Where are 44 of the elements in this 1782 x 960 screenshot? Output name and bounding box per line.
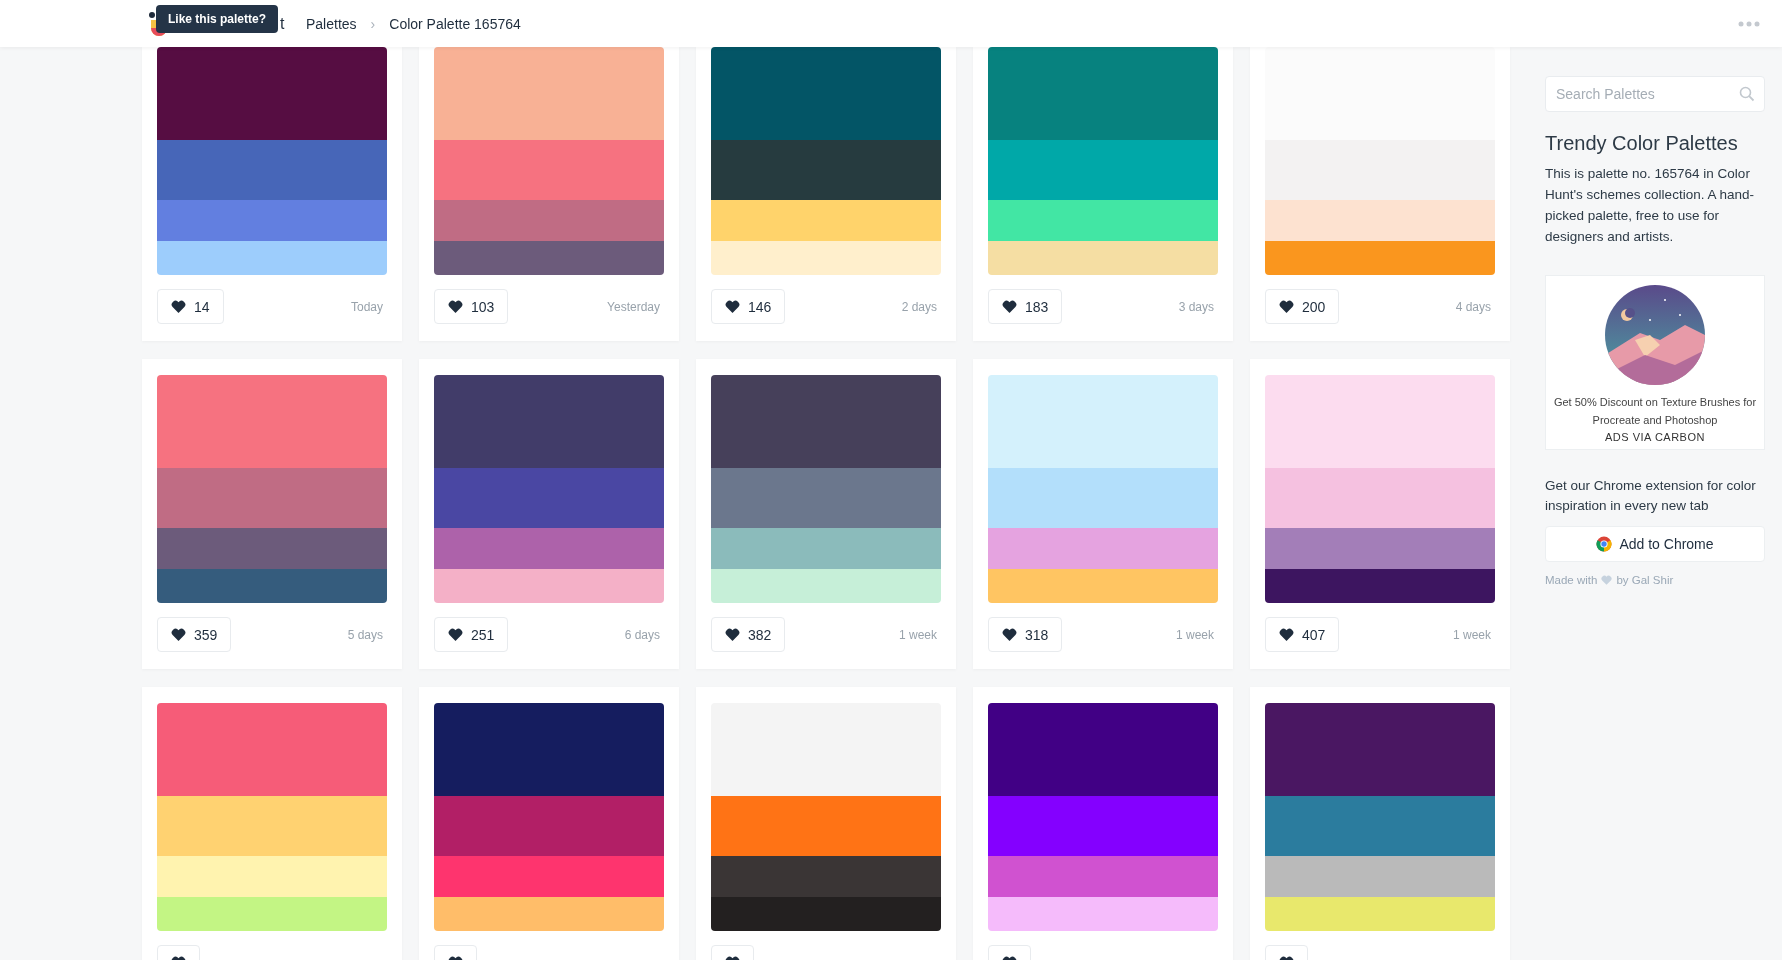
like-button[interactable]: 318 [988, 617, 1063, 652]
add-to-chrome-button[interactable]: Add to Chrome [1545, 526, 1765, 562]
time-label: 4 days [1455, 299, 1491, 314]
logo-text[interactable]: t [280, 14, 285, 33]
like-button[interactable]: 407 [1265, 617, 1340, 652]
palette-card[interactable]: 103 Yesterday [419, 47, 679, 341]
time-label: 2 days [901, 299, 937, 314]
palette-card[interactable]: 251 6 days [419, 359, 679, 669]
like-button[interactable]: 14 [157, 289, 224, 324]
time-label: 1 week [898, 627, 937, 642]
time-label: 1 week [1452, 627, 1491, 642]
palette-card[interactable]: 14 Today [142, 47, 402, 341]
ad-source-link[interactable]: ADS VIA CARBON [1605, 431, 1705, 443]
ad-text[interactable]: Get 50% Discount on Texture Brushes for Procreate and Photoshop [1552, 393, 1758, 429]
breadcrumb-link[interactable]: Color Palette 165764 [389, 15, 521, 32]
like-button[interactable]: 382 [711, 617, 786, 652]
time-label: Yesterday [607, 299, 660, 314]
like-button[interactable]: 146 [711, 289, 786, 324]
ad-card[interactable]: Get 50% Discount on Texture Brushes for Procreate and Photoshop ADS VIA CARBON [1545, 275, 1765, 450]
time-label: 1 week [1175, 627, 1214, 642]
palette-card[interactable]: 359 5 days [142, 359, 402, 669]
palette-card[interactable]: 382 1 week [696, 359, 956, 669]
time-label: 6 days [624, 627, 660, 642]
time-label: 3 days [1178, 299, 1214, 314]
palette-card[interactable]: 146 2 days [696, 47, 956, 341]
palette-card[interactable]: 318 1 week [973, 359, 1233, 669]
breadcrumb-separator: › [370, 15, 376, 32]
like-button[interactable]: 200 [1265, 289, 1340, 324]
breadcrumb-link[interactable]: Palettes [306, 15, 357, 32]
like-button[interactable]: 359 [157, 617, 232, 652]
sidebar-title: Trendy Color Palettes [1545, 132, 1739, 155]
palette-card[interactable]: 200 4 days [1250, 47, 1510, 341]
chrome-promo-text: Get our Chrome extension for color inspiration in every new tab [1545, 477, 1757, 515]
search-field[interactable]: Search Palettes [1545, 76, 1765, 112]
time-label: Today [350, 299, 383, 314]
credit-text: Made with [1545, 574, 1598, 586]
palette-card[interactable]: 183 3 days [973, 47, 1233, 341]
like-button[interactable]: 183 [988, 289, 1063, 324]
palette-card[interactable]: 407 1 week [1250, 359, 1510, 669]
like-button[interactable]: 103 [434, 289, 509, 324]
tooltip: Like this palette? [156, 4, 279, 33]
description-text: This is palette no. 165764 in Color Hunt's schemes collection. A hand-picked palette, free to use for designers and artists. [1545, 165, 1755, 246]
time-label: 5 days [347, 627, 383, 642]
like-button[interactable]: 251 [434, 617, 509, 652]
